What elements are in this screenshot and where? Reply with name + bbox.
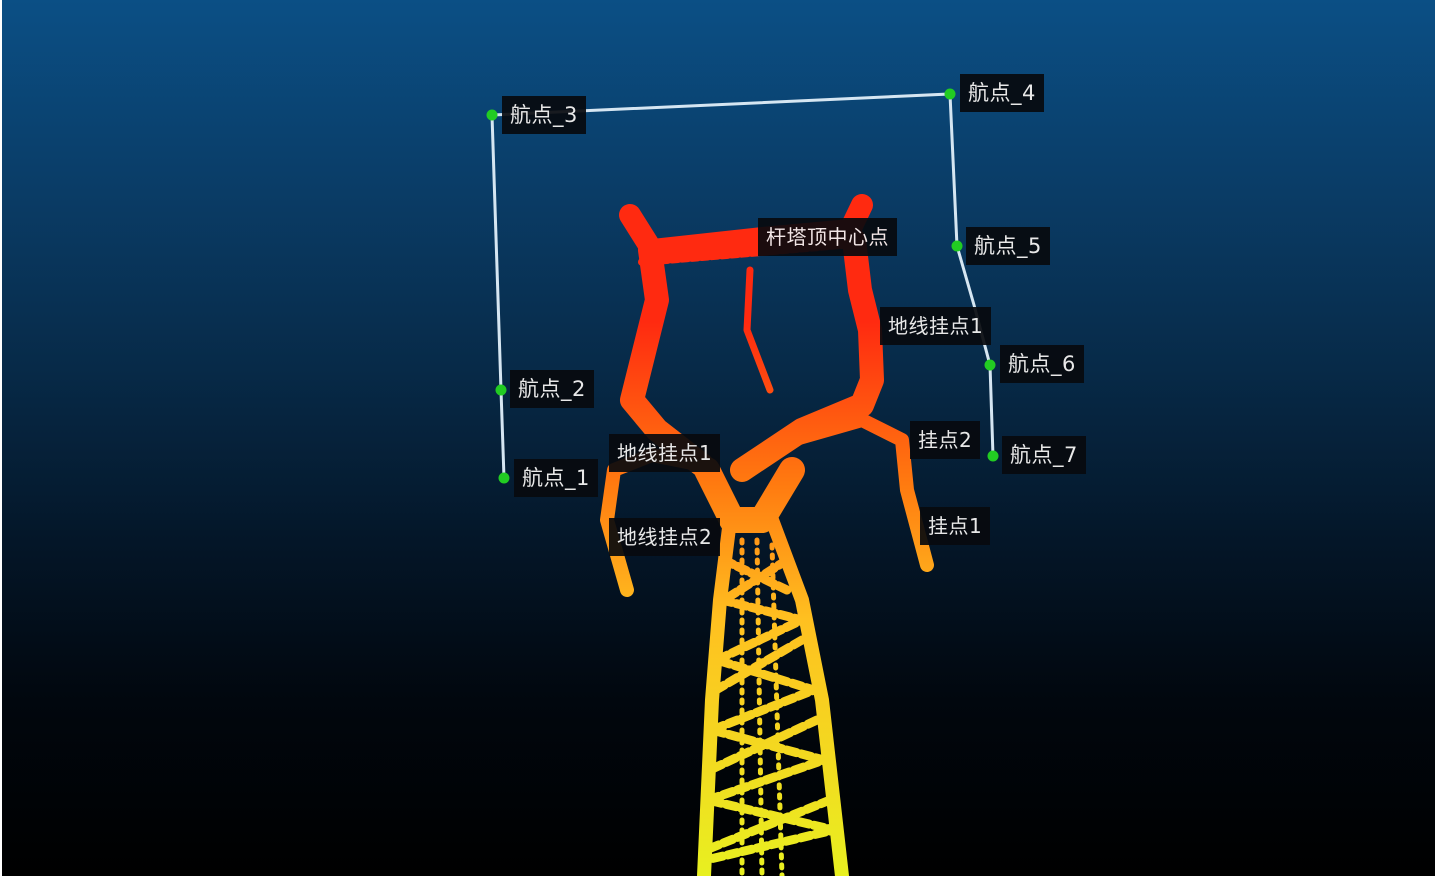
tower-left-arch (620, 238, 714, 477)
tower-center-label[interactable]: 杆塔顶中心点 (758, 218, 897, 256)
right-insulator-2-label[interactable]: 挂点2 (910, 421, 981, 459)
waypoint-marker-2[interactable] (495, 384, 507, 396)
waypoint-label-7[interactable]: 航点_7 (1002, 436, 1086, 474)
waypoint-label-2[interactable]: 航点_2 (510, 370, 594, 408)
point-cloud-viewport[interactable]: 航点_1 航点_2 航点_3 航点_4 航点_5 航点_6 航点_7 杆塔顶中心… (2, 0, 1435, 876)
tower-lattice-bracing (701, 555, 839, 865)
left-ground-insulator-1-label[interactable]: 地线挂点1 (609, 434, 721, 472)
waypoint-marker-4[interactable] (944, 88, 956, 100)
waypoint-marker-7[interactable] (987, 450, 999, 462)
waypoint-label-5[interactable]: 航点_5 (966, 227, 1050, 265)
tower-left-leg (697, 513, 737, 876)
waypoint-marker-3[interactable] (486, 109, 498, 121)
waypoint-marker-5[interactable] (951, 240, 963, 252)
waypoint-label-3[interactable]: 航点_3 (502, 96, 586, 134)
right-insulator-1-label[interactable]: 挂点1 (920, 507, 991, 545)
tower-right-lower-arm (785, 413, 934, 572)
tower-center-hanger (743, 266, 774, 394)
right-ground-insulator-1-label[interactable]: 地线挂点1 (880, 307, 992, 345)
waypoint-marker-6[interactable] (984, 359, 996, 371)
waypoint-label-4[interactable]: 航点_4 (960, 74, 1044, 112)
waypoint-label-1[interactable]: 航点_1 (514, 459, 598, 497)
waypoint-marker-1[interactable] (498, 472, 510, 484)
waypoint-label-6[interactable]: 航点_6 (1000, 345, 1084, 383)
left-ground-insulator-2-label[interactable]: 地线挂点2 (609, 518, 721, 556)
